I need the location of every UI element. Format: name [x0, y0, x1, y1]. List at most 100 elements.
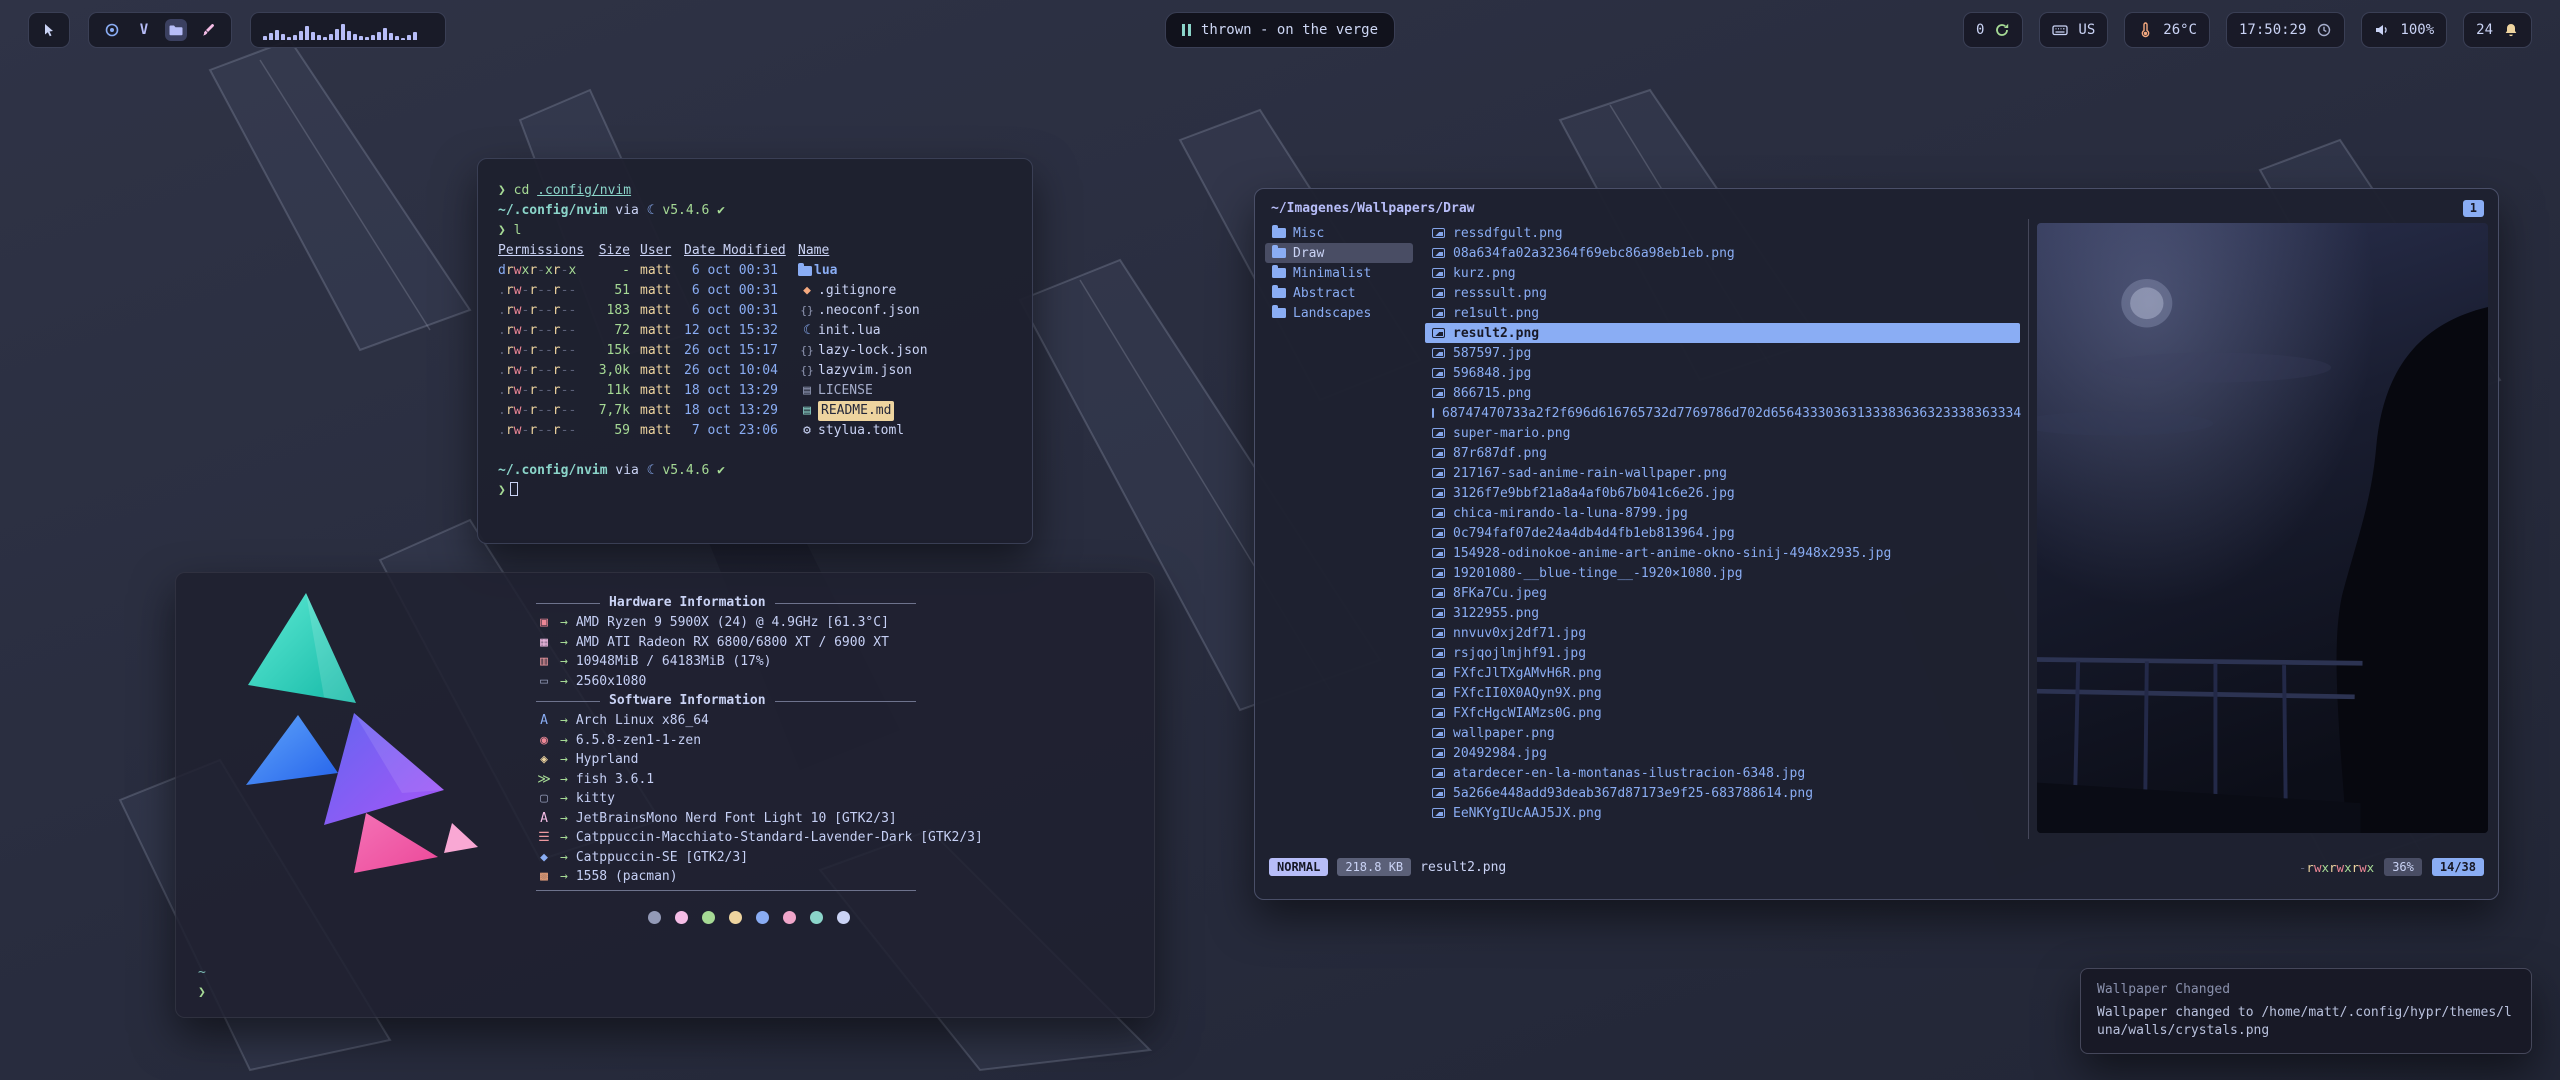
header-permissions: Permissions	[498, 241, 584, 261]
info-icon: A	[536, 711, 552, 731]
folder-icon	[1272, 268, 1286, 278]
file-size: 72	[594, 321, 630, 341]
file-date: 6 oct 00:31	[684, 301, 788, 321]
ls-file-row: drwxr-xr-x - matt 6 oct 00:31 lua	[498, 261, 1012, 281]
sidebar-folder-item[interactable]: Abstract	[1265, 283, 1413, 303]
notifications-indicator[interactable]: 24	[2463, 12, 2532, 48]
volume-indicator[interactable]: 100%	[2361, 12, 2447, 48]
file-list-item[interactable]: 5a266e448add93deab367d87173e9f25-6837886…	[1425, 783, 2020, 803]
file-list-item[interactable]: wallpaper.png	[1425, 723, 2020, 743]
file-list-item[interactable]: re1sult.png	[1425, 303, 2020, 323]
clock-indicator[interactable]: 17:50:29	[2226, 12, 2345, 48]
file-list-item[interactable]: EeNKYgIUcAAJ5JX.png	[1425, 803, 2020, 823]
file-list-item[interactable]: 20492984.jpg	[1425, 743, 2020, 763]
file-size-badge: 218.8 KB	[1337, 858, 1411, 876]
file-list-item[interactable]: chica-mirando-la-luna-8799.jpg	[1425, 503, 2020, 523]
file-name: 0c794faf07de24a4db4d4fb1eb813964.jpg	[1453, 526, 1735, 541]
file-name: FXfcJlTXgAMvH6R.png	[1453, 666, 1602, 681]
ls-file-row: .rw-r--r-- 15k matt 26 oct 15:17 lazy-lo…	[498, 341, 1012, 361]
sidebar-folder-item[interactable]: Landscapes	[1265, 303, 1413, 323]
color-swatch	[702, 911, 715, 924]
file-list-item[interactable]: 0c794faf07de24a4db4d4fb1eb813964.jpg	[1425, 523, 2020, 543]
file-list-item[interactable]: FXfcJlTXgAMvH6R.png	[1425, 663, 2020, 683]
refresh-icon	[1994, 22, 2010, 38]
file-list-item[interactable]: 866715.png	[1425, 383, 2020, 403]
info-text: AMD ATI Radeon RX 6800/6800 XT / 6900 XT	[576, 633, 889, 653]
info-line: ▭ → 2560x1080	[536, 672, 1116, 692]
info-line: ≫ → fish 3.6.1	[536, 770, 1116, 790]
file-list-item[interactable]: 19201080-__blue-tinge__-1920×1080.jpg	[1425, 563, 2020, 583]
file-list-item[interactable]: 154928-odinokoe-anime-art-anime-okno-sin…	[1425, 543, 2020, 563]
system-info-window[interactable]: Hardware Information ▣ → AMD Ryzen 9 590…	[175, 572, 1155, 1018]
file-list-item[interactable]: ressdfgult.png	[1425, 223, 2020, 243]
file-manager-window[interactable]: ~/Imagenes/Wallpapers/Draw 1 Misc Draw	[1254, 188, 2499, 900]
file-list-item[interactable]: FXfcHgcWIAMzs0G.png	[1425, 703, 2020, 723]
file-name: 68747470733a2f2f696d616765732d7769786d70…	[1442, 406, 2021, 421]
color-swatch	[729, 911, 742, 924]
file-list-item[interactable]: 68747470733a2f2f696d616765732d7769786d70…	[1425, 403, 2020, 423]
file-owner: matt	[640, 321, 674, 341]
file-list-item[interactable]: 8FKa7Cu.jpeg	[1425, 583, 2020, 603]
file-list-item[interactable]: rsjqojlmjhf91.jpg	[1425, 643, 2020, 663]
folder-name: Misc	[1293, 226, 1324, 241]
arrow-icon: →	[560, 672, 568, 692]
file-list-item[interactable]: 596848.jpg	[1425, 363, 2020, 383]
ls-output: drwxr-xr-x - matt 6 oct 00:31 lua .rw-r-…	[498, 261, 1012, 441]
file-list-item[interactable]: result2.png	[1425, 323, 2020, 343]
updates-indicator[interactable]: 0	[1963, 12, 2023, 48]
prompt-path-line: ~/.config/nvim via ☾ v5.4.6 ✔	[498, 461, 1012, 481]
preview-artwork	[2037, 223, 2488, 833]
info-icon: ▦	[536, 633, 552, 653]
launcher-button[interactable]	[28, 12, 70, 48]
folder-name: Landscapes	[1293, 306, 1371, 321]
file-list-item[interactable]: atardecer-en-la-montanas-ilustracion-634…	[1425, 763, 2020, 783]
file-list-item[interactable]: 08a634fa02a32364f69ebc86a98eb1eb.png	[1425, 243, 2020, 263]
folder-app-icon[interactable]	[165, 19, 187, 41]
info-line: A → JetBrainsMono Nerd Font Light 10 [GT…	[536, 809, 1116, 829]
image-file-icon	[1432, 728, 1445, 738]
file-list-item[interactable]: 217167-sad-anime-rain-wallpaper.png	[1425, 463, 2020, 483]
active-prompt-line[interactable]: ❯	[498, 481, 1012, 501]
image-file-icon	[1432, 768, 1445, 778]
hardware-section-header: Hardware Information	[536, 593, 916, 613]
file-list-item[interactable]: 3122955.png	[1425, 603, 2020, 623]
v-app-icon[interactable]: V	[133, 19, 155, 41]
keyboard-layout-indicator[interactable]: US	[2039, 12, 2108, 48]
file-list-item[interactable]: 587597.jpg	[1425, 343, 2020, 363]
sidebar-folder-item[interactable]: Minimalist	[1265, 263, 1413, 283]
permissions: .rw-r--r--	[498, 321, 584, 341]
file-name: .neoconf.json	[818, 301, 920, 321]
disc-icon[interactable]	[101, 19, 123, 41]
shell-prompt[interactable]: ~ ❯	[198, 963, 206, 1003]
notification-popup[interactable]: Wallpaper Changed Wallpaper changed to /…	[2080, 968, 2532, 1054]
terminal-window[interactable]: ❯ cd .config/nvim ~/.config/nvim via ☾ v…	[477, 158, 1033, 544]
file-list-item[interactable]: FXfcII0X0AQyn9X.png	[1425, 683, 2020, 703]
image-file-icon	[1432, 748, 1445, 758]
info-text: JetBrainsMono Nerd Font Light 10 [GTK2/3…	[576, 809, 897, 829]
breadcrumb-path[interactable]: ~/Imagenes/Wallpapers/Draw	[1271, 201, 1475, 216]
distro-logo	[206, 585, 496, 889]
notification-body: Wallpaper changed to /home/matt/.config/…	[2097, 1004, 2515, 1040]
active-window-title[interactable]: thrown - on the verge	[1165, 12, 1395, 48]
file-size: -	[594, 261, 630, 281]
file-type-icon	[798, 281, 816, 301]
file-list-item[interactable]: 87r687df.png	[1425, 443, 2020, 463]
file-name: 08a634fa02a32364f69ebc86a98eb1eb.png	[1453, 246, 1735, 261]
tab-badge[interactable]: 1	[2463, 200, 2484, 217]
brush-icon[interactable]	[197, 19, 219, 41]
info-text: Hyprland	[576, 750, 639, 770]
status-bar-right: -rwxrwxrwx 36% 14/38	[2299, 858, 2484, 876]
quick-launch-group: V	[88, 12, 232, 48]
info-text: AMD Ryzen 9 5900X (24) @ 4.9GHz [61.3°C]	[576, 613, 889, 633]
info-line: ◈ → Hyprland	[536, 750, 1116, 770]
file-list-item[interactable]: nnvuv0xj2df71.jpg	[1425, 623, 2020, 643]
file-list-item[interactable]: 3126f7e9bbf21a8a4af0b67b041c6e26.jpg	[1425, 483, 2020, 503]
software-section-header: Software Information	[536, 691, 916, 711]
sidebar-folder-item[interactable]: Draw	[1265, 243, 1413, 263]
file-list-item[interactable]: super-mario.png	[1425, 423, 2020, 443]
temperature-indicator[interactable]: 26°C	[2124, 12, 2210, 48]
file-list-item[interactable]: resssult.png	[1425, 283, 2020, 303]
sidebar-folder-item[interactable]: Misc	[1265, 223, 1413, 243]
file-list-item[interactable]: kurz.png	[1425, 263, 2020, 283]
clock-value: 17:50:29	[2239, 22, 2306, 38]
